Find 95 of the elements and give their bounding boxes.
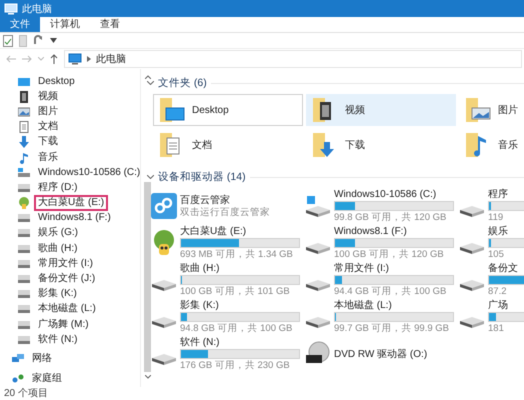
scroll-up-icon[interactable] bbox=[144, 75, 151, 79]
drive-icon bbox=[18, 318, 30, 331]
nav-item[interactable]: 娱乐 (G:) bbox=[34, 225, 82, 242]
dropdown-icon[interactable] bbox=[50, 38, 57, 43]
folder-tile[interactable]: 音乐 bbox=[459, 129, 524, 161]
drive-icon bbox=[18, 258, 30, 270]
capacity-text: 693 MB 可用，共 1.34 GB bbox=[180, 249, 294, 260]
ribbon-tab[interactable]: 文件 bbox=[0, 17, 40, 32]
capacity-text: 100 GB 可用，共 120 GB bbox=[334, 249, 445, 260]
drive-icon bbox=[18, 242, 30, 255]
scrollbar-thumb[interactable] bbox=[144, 182, 152, 372]
drive-icon bbox=[18, 166, 30, 179]
drive-name[interactable]: 大白菜U盘 (E:) bbox=[180, 226, 301, 237]
address-bar[interactable]: 此电脑 bbox=[64, 50, 522, 68]
section-title: 文件夹 (6) bbox=[158, 76, 207, 90]
drive-icon bbox=[18, 182, 30, 194]
nav-item[interactable]: 家庭组 bbox=[28, 371, 66, 388]
folder-tile[interactable]: 下载 bbox=[306, 129, 456, 161]
nav-item[interactable]: 文档 bbox=[34, 119, 62, 136]
nav-item[interactable]: 网络 bbox=[28, 351, 56, 368]
drive-name[interactable]: 常用文件 (I:) bbox=[334, 263, 455, 274]
folder-tile[interactable]: 图片 bbox=[459, 94, 524, 126]
nav-item[interactable]: 图片 bbox=[34, 104, 62, 120]
item-count: 20 个项目 bbox=[4, 388, 48, 399]
capacity-text: 176 GB 可用，共 230 GB bbox=[180, 360, 291, 371]
nav-item[interactable]: Windows10-10586 (C:) bbox=[34, 164, 144, 181]
cartoon-icon[interactable] bbox=[151, 230, 177, 256]
nav-item[interactable]: 软件 (N:) bbox=[34, 332, 82, 348]
capacity-text: 87.2 bbox=[488, 286, 508, 297]
chevron-down-icon[interactable] bbox=[147, 175, 154, 179]
chevron-down-icon[interactable] bbox=[147, 81, 154, 85]
drive-name[interactable]: 百度云管家 bbox=[180, 194, 301, 206]
nav-item[interactable]: 歌曲 (H:) bbox=[34, 240, 82, 257]
computer-icon bbox=[4, 2, 18, 14]
drive-name[interactable]: 本地磁盘 (L:) bbox=[334, 300, 455, 311]
drive-name[interactable]: 娱乐 bbox=[488, 226, 524, 237]
scroll-down-icon[interactable] bbox=[144, 375, 151, 379]
drive-name[interactable]: 软件 (N:) bbox=[180, 337, 301, 348]
homegroup-icon bbox=[12, 373, 24, 386]
cartoon-icon bbox=[18, 197, 30, 210]
nav-item[interactable]: 备份文件 (J:) bbox=[34, 271, 100, 288]
nav-item[interactable]: Windows8.1 (F:) bbox=[34, 210, 115, 226]
capacity-text: 99.7 GB 可用，共 99.9 GB bbox=[334, 323, 450, 334]
undo-icon[interactable] bbox=[33, 35, 44, 46]
nav-item[interactable]: 常用文件 (I:) bbox=[34, 256, 97, 272]
nav-item[interactable]: 音乐 bbox=[34, 150, 62, 166]
drive-name[interactable]: 程序 bbox=[488, 189, 524, 200]
folder-tile[interactable]: Desktop bbox=[153, 94, 303, 126]
capacity-text: 99.8 GB 可用，共 120 GB bbox=[334, 212, 448, 223]
drive-name[interactable]: Windows10-10586 (C:) bbox=[334, 189, 455, 200]
drive-name[interactable]: DVD RW 驱动器 (O:) bbox=[334, 348, 455, 360]
drive-icon bbox=[18, 227, 30, 240]
nav-item[interactable]: Desktop bbox=[34, 74, 79, 90]
drive-name[interactable]: 歌曲 (H:) bbox=[180, 263, 301, 274]
cloud-app-icon[interactable] bbox=[151, 193, 177, 219]
capacity-text: 100 GB 可用，共 101 GB bbox=[180, 286, 291, 297]
capacity-text: 181 bbox=[488, 323, 505, 334]
capacity-text: 94.4 GB 可用，共 100 GB bbox=[334, 286, 448, 297]
properties-icon[interactable] bbox=[3, 34, 13, 46]
drive-name[interactable]: 备份文 bbox=[488, 263, 524, 274]
chevron-right-icon bbox=[87, 56, 91, 62]
computer-icon bbox=[68, 53, 82, 65]
drive-name[interactable]: Windows8.1 (F:) bbox=[334, 226, 455, 237]
picture-icon bbox=[18, 106, 30, 118]
film-icon bbox=[18, 90, 30, 103]
capacity-text: 94.8 GB 可用，共 100 GB bbox=[180, 323, 294, 334]
monitor-icon bbox=[18, 76, 30, 88]
download-arrow-icon bbox=[18, 136, 30, 148]
drive-icon bbox=[18, 288, 30, 300]
drive-icon bbox=[18, 212, 30, 224]
up-arrow-icon[interactable] bbox=[50, 54, 58, 64]
nav-item[interactable]: 程序 (D:) bbox=[34, 180, 82, 196]
ribbon-tab[interactable]: 计算机 bbox=[40, 17, 90, 32]
drive-name[interactable]: 广场 bbox=[488, 300, 524, 311]
drive-name[interactable]: 影集 (K:) bbox=[180, 300, 301, 311]
section-title: 设备和驱动器 (14) bbox=[158, 170, 246, 184]
music-note-icon bbox=[18, 152, 30, 164]
folder-tile[interactable]: 文档 bbox=[153, 129, 303, 161]
nav-item[interactable]: 视频 bbox=[34, 88, 62, 105]
drive-icon bbox=[18, 303, 30, 316]
capacity-text: 105 bbox=[488, 249, 505, 260]
capacity-text: 119 bbox=[488, 212, 504, 223]
drive-icon bbox=[18, 273, 30, 286]
nav-item[interactable]: 广场舞 (M:) bbox=[34, 316, 93, 333]
nav-item[interactable]: 影集 (K:) bbox=[34, 286, 81, 302]
drive-icon bbox=[18, 334, 30, 346]
ribbon-tab[interactable]: 查看 bbox=[90, 17, 130, 32]
folder-tile[interactable]: 视频 bbox=[306, 94, 456, 126]
nav-item[interactable]: 本地磁盘 (L:) bbox=[34, 301, 100, 318]
nav-item[interactable]: 下载 bbox=[34, 134, 62, 150]
app-subtitle: 双击运行百度云管家 bbox=[180, 206, 271, 218]
window-title: 此电脑 bbox=[22, 2, 52, 16]
document-icon bbox=[18, 121, 30, 134]
drive-icon[interactable] bbox=[305, 193, 331, 219]
nav-item[interactable]: 大白菜U盘 (E:) bbox=[34, 195, 108, 212]
